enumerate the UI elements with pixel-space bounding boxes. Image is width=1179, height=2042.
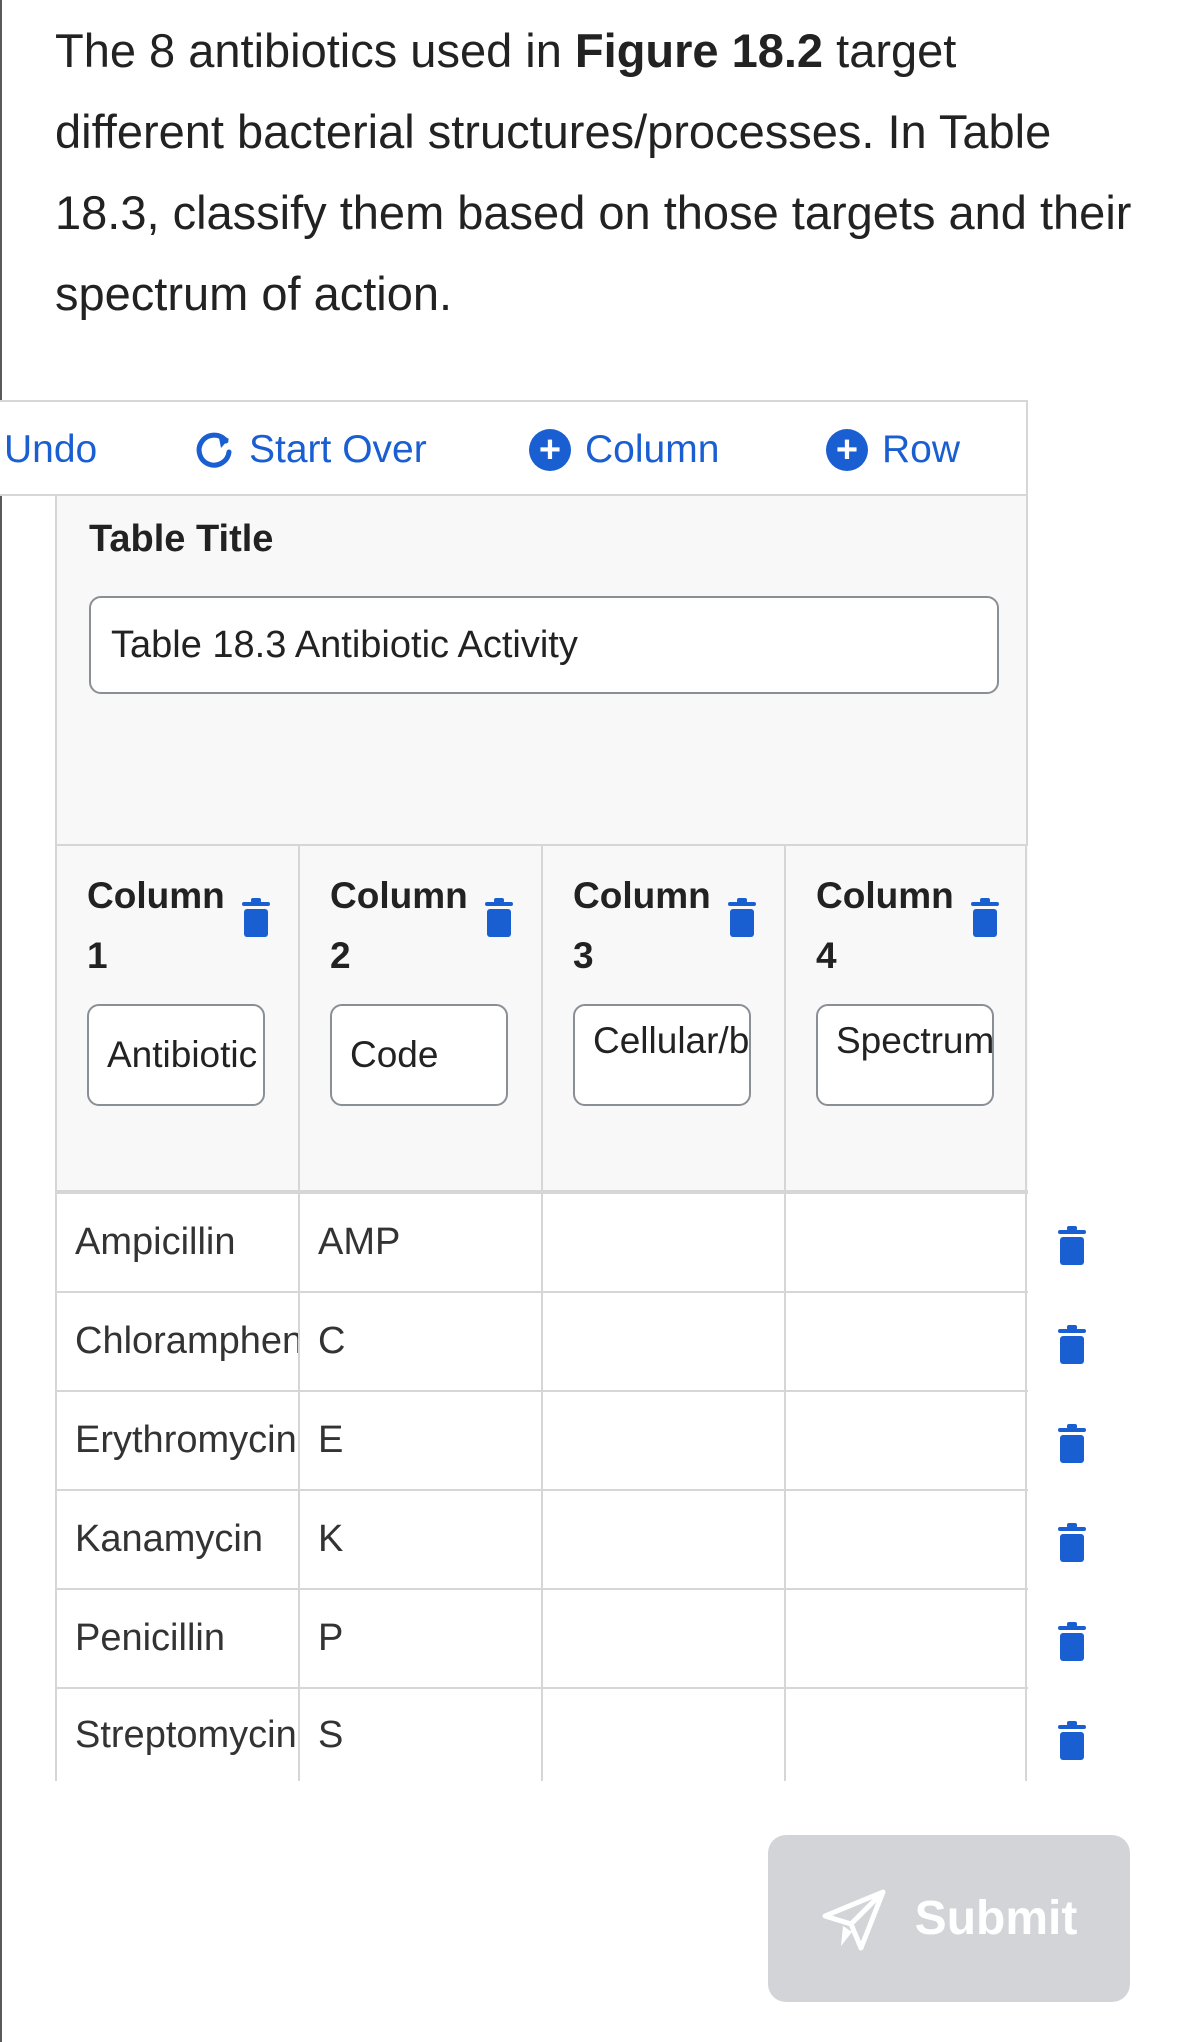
table-cell[interactable]: S <box>298 1689 541 1781</box>
column-headers: Column 1 Antibiotic Column 2 Code Column… <box>55 844 1028 1194</box>
table-cell[interactable]: K <box>298 1491 541 1588</box>
column-header-2: Column 2 Code <box>298 846 541 1190</box>
table-cell[interactable]: AMP <box>298 1194 541 1291</box>
column-name: Column 1 <box>87 875 225 976</box>
column-input[interactable]: Spectrum of action <box>816 1004 994 1106</box>
table-title-input[interactable] <box>89 596 999 694</box>
column-name: Column 2 <box>330 875 468 976</box>
add-column-label: Column <box>585 428 720 471</box>
figure-reference: Figure 18.2 <box>574 24 824 77</box>
left-border <box>0 0 2 2042</box>
start-over-label: Start Over <box>249 428 427 471</box>
table-row: Ampicillin AMP <box>55 1194 1086 1293</box>
send-icon <box>822 1889 886 1950</box>
table-row: Kanamycin K <box>55 1491 1086 1590</box>
table-row: Erythromycin E <box>55 1392 1086 1491</box>
instructions-text: The 8 antibiotics used in <box>55 24 575 77</box>
table-cell[interactable]: Chloramphenicol <box>55 1293 298 1390</box>
undo-label: Undo <box>4 428 98 471</box>
column-input[interactable]: Cellular/bacterial <box>573 1004 751 1106</box>
table-cell[interactable] <box>784 1590 1027 1687</box>
table-title-label: Table Title <box>89 518 274 560</box>
table-cell[interactable]: E <box>298 1392 541 1489</box>
trash-icon[interactable] <box>1057 1424 1087 1464</box>
table-cell[interactable] <box>541 1194 784 1291</box>
table-cell[interactable] <box>541 1689 784 1781</box>
column-input[interactable]: Antibiotic <box>87 1004 265 1106</box>
column-header-1: Column 1 Antibiotic <box>55 846 298 1190</box>
plus-circle-icon: + <box>826 429 868 471</box>
column-header-3: Column 3 Cellular/bacterial <box>541 846 784 1190</box>
add-column-button[interactable]: + Column <box>529 402 719 498</box>
table-row: Penicillin P <box>55 1590 1086 1689</box>
table-title-panel: Table Title <box>55 496 1028 846</box>
trash-icon[interactable] <box>241 898 271 938</box>
refresh-icon <box>193 429 235 471</box>
plus-circle-icon: + <box>529 429 571 471</box>
trash-icon[interactable] <box>1057 1325 1087 1365</box>
start-over-button[interactable]: Start Over <box>193 402 427 498</box>
table-body: Ampicillin AMP Chloramphenicol C Erythro… <box>55 1194 1086 1781</box>
table-row: Chloramphenicol C <box>55 1293 1086 1392</box>
trash-icon[interactable] <box>1057 1226 1087 1266</box>
add-row-button[interactable]: + Row <box>826 402 960 498</box>
column-name: Column 3 <box>573 875 711 976</box>
table-cell[interactable] <box>541 1590 784 1687</box>
table-cell[interactable]: Streptomycin <box>55 1689 298 1781</box>
table-cell[interactable]: P <box>298 1590 541 1687</box>
table-cell[interactable] <box>541 1491 784 1588</box>
trash-icon[interactable] <box>484 898 514 938</box>
column-input[interactable]: Code <box>330 1004 508 1106</box>
column-name: Column 4 <box>816 875 954 976</box>
trash-icon[interactable] <box>727 898 757 938</box>
table-cell[interactable]: Ampicillin <box>55 1194 298 1291</box>
table-toolbar: Undo Start Over + Column + Row <box>0 400 1028 496</box>
table-row: Streptomycin S <box>55 1689 1086 1781</box>
table-cell[interactable] <box>784 1194 1027 1291</box>
submit-button[interactable]: Submit <box>768 1835 1130 2002</box>
trash-icon[interactable] <box>1057 1721 1087 1761</box>
undo-button[interactable]: Undo <box>4 402 97 498</box>
table-cell[interactable] <box>541 1293 784 1390</box>
trash-icon[interactable] <box>1057 1622 1087 1662</box>
table-cell[interactable]: Penicillin <box>55 1590 298 1687</box>
table-cell[interactable]: Kanamycin <box>55 1491 298 1588</box>
table-cell[interactable] <box>784 1392 1027 1489</box>
trash-icon[interactable] <box>1057 1523 1087 1563</box>
table-cell[interactable] <box>784 1293 1027 1390</box>
add-row-label: Row <box>882 428 961 471</box>
instructions: The 8 antibiotics used in Figure 18.2 ta… <box>55 10 1135 334</box>
table-cell[interactable] <box>784 1689 1027 1781</box>
table-cell[interactable] <box>784 1491 1027 1588</box>
table-cell[interactable] <box>541 1392 784 1489</box>
table-cell[interactable]: Erythromycin <box>55 1392 298 1489</box>
trash-icon[interactable] <box>970 898 1000 938</box>
column-header-4: Column 4 Spectrum of action <box>784 846 1027 1190</box>
table-cell[interactable]: C <box>298 1293 541 1390</box>
submit-label: Submit <box>914 1892 1078 1945</box>
